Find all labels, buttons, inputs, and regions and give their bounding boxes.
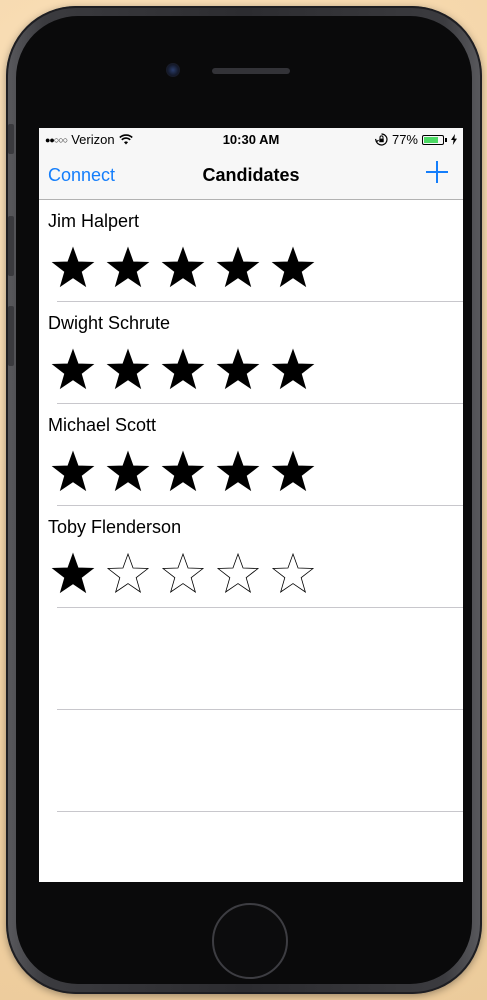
- star-rating[interactable]: [51, 552, 315, 596]
- app-screen: ●●○○○ Verizon 10:30 AM 77% Connect Candi…: [39, 128, 463, 882]
- battery-icon: [422, 134, 444, 145]
- star-filled-icon[interactable]: [216, 348, 260, 392]
- star-empty-icon[interactable]: [271, 552, 315, 596]
- candidate-name: Michael Scott: [48, 415, 157, 435]
- status-right: 77%: [374, 132, 457, 147]
- star-rating[interactable]: [51, 246, 315, 290]
- star-empty-icon[interactable]: [161, 552, 205, 596]
- star-filled-icon[interactable]: [161, 450, 205, 494]
- front-camera: [166, 63, 180, 77]
- star-filled-icon[interactable]: [271, 348, 315, 392]
- star-filled-icon[interactable]: [51, 552, 95, 596]
- row-separator: [57, 811, 463, 812]
- candidate-name: Jim Halpert: [48, 211, 140, 231]
- star-empty-icon[interactable]: [106, 552, 150, 596]
- page-title: Candidates: [202, 165, 300, 185]
- star-filled-icon[interactable]: [271, 450, 315, 494]
- empty-row: [39, 710, 463, 812]
- empty-row: [39, 608, 463, 710]
- candidate-row[interactable]: Dwight Schrute: [39, 302, 463, 404]
- battery-fill: [424, 136, 438, 143]
- mute-switch: [8, 124, 14, 154]
- charging-bolt-icon: [451, 134, 457, 145]
- star-filled-icon[interactable]: [51, 348, 95, 392]
- candidate-list: Jim Halpert Dwight Schrute Michael Scott To…: [39, 200, 463, 812]
- volume-down-button: [8, 306, 14, 366]
- candidate-row[interactable]: Michael Scott: [39, 404, 463, 506]
- star-filled-icon[interactable]: [51, 246, 95, 290]
- candidate-row[interactable]: Jim Halpert: [39, 200, 463, 302]
- star-filled-icon[interactable]: [271, 246, 315, 290]
- star-rating[interactable]: [51, 450, 315, 494]
- star-filled-icon[interactable]: [161, 348, 205, 392]
- star-empty-icon[interactable]: [216, 552, 260, 596]
- star-filled-icon[interactable]: [161, 246, 205, 290]
- star-rating[interactable]: [51, 348, 315, 392]
- battery-tip: [445, 137, 447, 142]
- volume-up-button: [8, 216, 14, 276]
- candidate-row[interactable]: Toby Flenderson: [39, 506, 463, 608]
- candidate-name: Dwight Schrute: [48, 313, 171, 333]
- navigation-bar: Connect Candidates: [39, 150, 463, 200]
- earpiece-speaker: [212, 68, 290, 74]
- star-filled-icon[interactable]: [51, 450, 95, 494]
- star-filled-icon[interactable]: [106, 450, 150, 494]
- battery-percent: 77%: [391, 132, 418, 147]
- home-button[interactable]: [212, 903, 288, 979]
- status-bar: ●●○○○ Verizon 10:30 AM 77%: [39, 128, 463, 150]
- star-filled-icon[interactable]: [106, 246, 150, 290]
- star-filled-icon[interactable]: [106, 348, 150, 392]
- orientation-lock-icon: [374, 133, 388, 146]
- plus-icon[interactable]: [423, 158, 451, 186]
- star-filled-icon[interactable]: [216, 246, 260, 290]
- candidate-name: Toby Flenderson: [48, 517, 182, 537]
- star-filled-icon[interactable]: [216, 450, 260, 494]
